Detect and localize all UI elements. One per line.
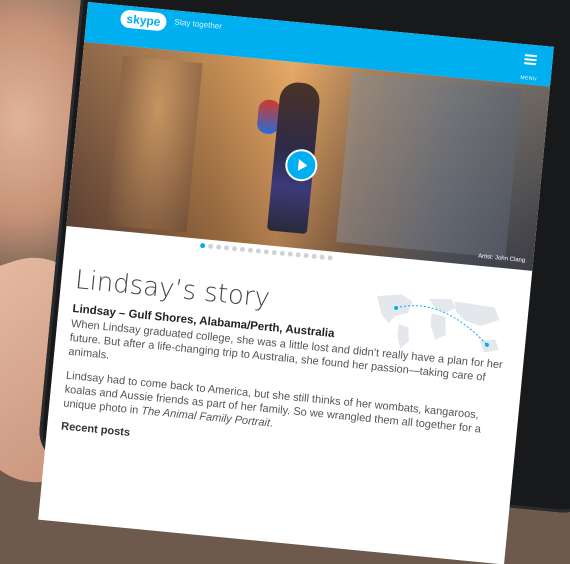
- menu-label: MENU: [520, 74, 538, 83]
- carousel-dot[interactable]: [215, 244, 222, 250]
- photo-right-figures: [336, 72, 522, 259]
- carousel-dot[interactable]: [231, 245, 238, 252]
- tagline: Stay together: [174, 17, 223, 31]
- photo-credit: Artist: John Clang: [477, 253, 526, 265]
- carousel-dot[interactable]: [247, 247, 254, 253]
- phone-screen: skype Stay together MENU Artist: John Cl…: [38, 2, 554, 564]
- hamburger-icon: [524, 54, 537, 66]
- carousel-dot[interactable]: [223, 245, 230, 251]
- skype-logo[interactable]: skype: [119, 9, 168, 32]
- carousel-dot[interactable]: [239, 246, 246, 253]
- photo-left-figure: [106, 55, 203, 233]
- carousel-dot[interactable]: [255, 248, 262, 254]
- carousel-dot[interactable]: [287, 251, 294, 257]
- carousel-dot[interactable]: [279, 250, 286, 257]
- carousel-dot[interactable]: [271, 249, 278, 256]
- carousel-dot[interactable]: [319, 254, 325, 260]
- carousel-dot[interactable]: [199, 242, 206, 249]
- carousel-dot[interactable]: [327, 255, 333, 261]
- carousel-dot[interactable]: [311, 253, 317, 260]
- carousel-dot[interactable]: [303, 252, 309, 259]
- world-map-icon: [377, 294, 500, 353]
- carousel-dot[interactable]: [207, 243, 214, 250]
- menu-button[interactable]: MENU: [517, 47, 544, 83]
- carousel-dot[interactable]: [263, 249, 270, 255]
- carousel-dot[interactable]: [295, 252, 301, 258]
